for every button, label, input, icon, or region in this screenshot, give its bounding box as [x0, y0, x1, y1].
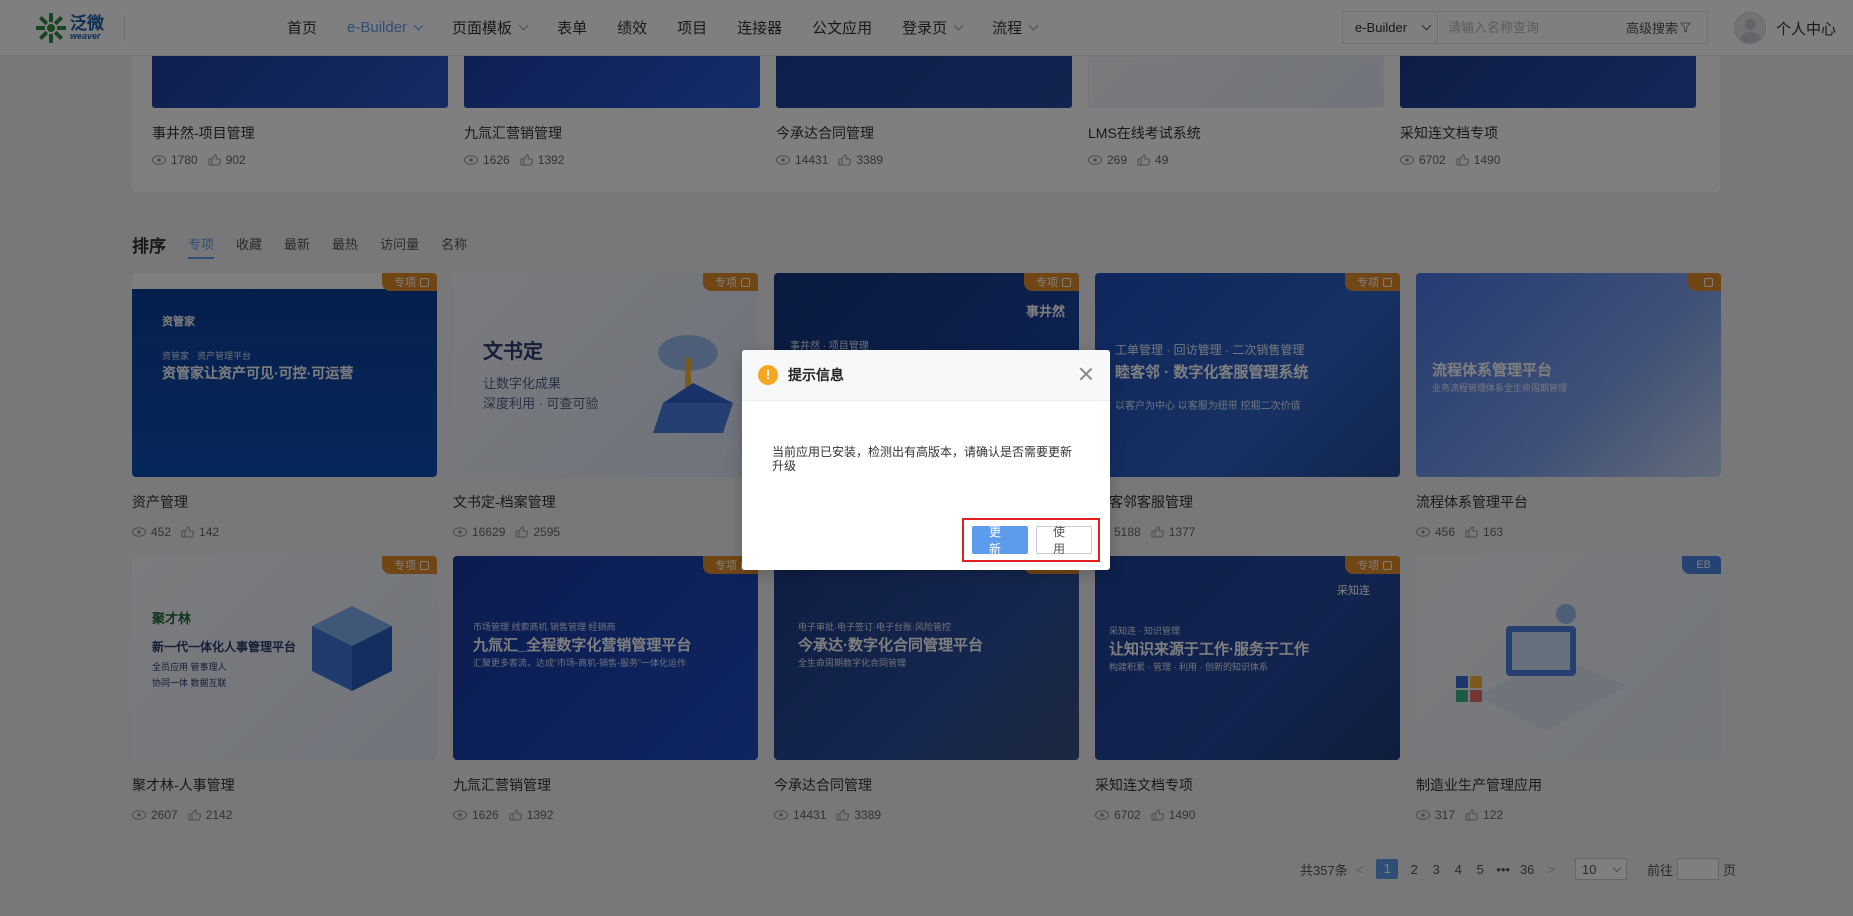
dialog-actions: 更新 使用	[962, 518, 1100, 562]
info-dialog: ! 提示信息 当前应用已安装，检测出有高版本，请确认是否需要更新升级 更新 使用	[742, 350, 1110, 570]
update-button[interactable]: 更新	[972, 525, 1028, 556]
warning-icon: !	[758, 365, 778, 385]
close-icon[interactable]	[1078, 366, 1094, 382]
dialog-message: 当前应用已安装，检测出有高版本，请确认是否需要更新升级	[772, 445, 1073, 473]
use-button[interactable]: 使用	[1036, 525, 1092, 556]
dialog-header: ! 提示信息	[742, 350, 1110, 401]
dialog-title: 提示信息	[788, 367, 844, 383]
